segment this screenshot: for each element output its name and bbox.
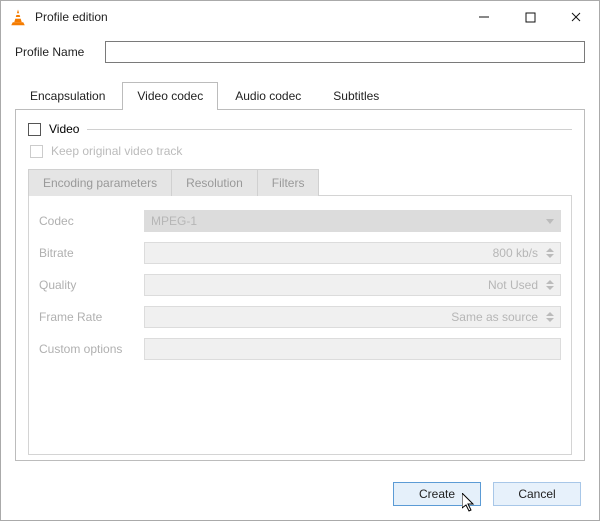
- profile-name-row: Profile Name: [15, 41, 585, 63]
- tab-audio-codec[interactable]: Audio codec: [220, 82, 316, 110]
- frame-rate-label: Frame Rate: [39, 310, 144, 324]
- video-group-label: Video: [49, 122, 79, 136]
- frame-rate-value: Same as source: [451, 310, 538, 324]
- subtab-filters[interactable]: Filters: [258, 169, 320, 196]
- quality-value: Not Used: [488, 278, 538, 292]
- keep-original-checkbox[interactable]: [30, 145, 43, 158]
- subpanel-encoding-parameters: Codec MPEG-1 Bitrate 800 kb/s Quality No…: [28, 195, 572, 455]
- frame-rate-spinner[interactable]: Same as source: [144, 306, 561, 328]
- keep-original-row: Keep original video track: [28, 144, 572, 158]
- quality-spinner[interactable]: Not Used: [144, 274, 561, 296]
- chevron-down-icon: [546, 219, 554, 224]
- spinner-icon: [546, 312, 554, 322]
- window-controls: [461, 1, 599, 33]
- maximize-button[interactable]: [507, 1, 553, 33]
- subtab-encoding-parameters[interactable]: Encoding parameters: [28, 169, 172, 196]
- quality-label: Quality: [39, 278, 144, 292]
- window-title: Profile edition: [35, 10, 108, 24]
- custom-options-input[interactable]: [144, 338, 561, 360]
- codec-value: MPEG-1: [151, 214, 197, 228]
- bitrate-value: 800 kb/s: [493, 246, 538, 260]
- video-group-header: Video: [28, 122, 572, 136]
- app-icon: [9, 8, 27, 26]
- tab-video-codec[interactable]: Video codec: [122, 82, 218, 110]
- tab-panel-video-codec: Video Keep original video track Encoding…: [15, 109, 585, 461]
- video-checkbox[interactable]: [28, 123, 41, 136]
- profile-name-input[interactable]: [105, 41, 585, 63]
- bitrate-label: Bitrate: [39, 246, 144, 260]
- tab-subtitles[interactable]: Subtitles: [318, 82, 394, 110]
- titlebar: Profile edition: [1, 1, 599, 33]
- cancel-button[interactable]: Cancel: [493, 482, 581, 506]
- separator: [87, 129, 572, 130]
- subtab-resolution[interactable]: Resolution: [172, 169, 258, 196]
- dialog-footer: Create Cancel: [393, 482, 581, 506]
- bitrate-spinner[interactable]: 800 kb/s: [144, 242, 561, 264]
- spinner-icon: [546, 280, 554, 290]
- close-button[interactable]: [553, 1, 599, 33]
- video-subtabstrip: Encoding parameters Resolution Filters: [28, 168, 572, 195]
- keep-original-label: Keep original video track: [51, 144, 182, 158]
- frame-rate-row: Frame Rate Same as source: [39, 306, 561, 328]
- profile-name-label: Profile Name: [15, 45, 105, 59]
- main-tabstrip: Encapsulation Video codec Audio codec Su…: [15, 81, 585, 109]
- codec-label: Codec: [39, 214, 144, 228]
- spinner-icon: [546, 248, 554, 258]
- bitrate-row: Bitrate 800 kb/s: [39, 242, 561, 264]
- tab-encapsulation[interactable]: Encapsulation: [15, 82, 120, 110]
- custom-options-label: Custom options: [39, 342, 144, 356]
- quality-row: Quality Not Used: [39, 274, 561, 296]
- codec-dropdown[interactable]: MPEG-1: [144, 210, 561, 232]
- codec-row: Codec MPEG-1: [39, 210, 561, 232]
- custom-options-row: Custom options: [39, 338, 561, 360]
- minimize-button[interactable]: [461, 1, 507, 33]
